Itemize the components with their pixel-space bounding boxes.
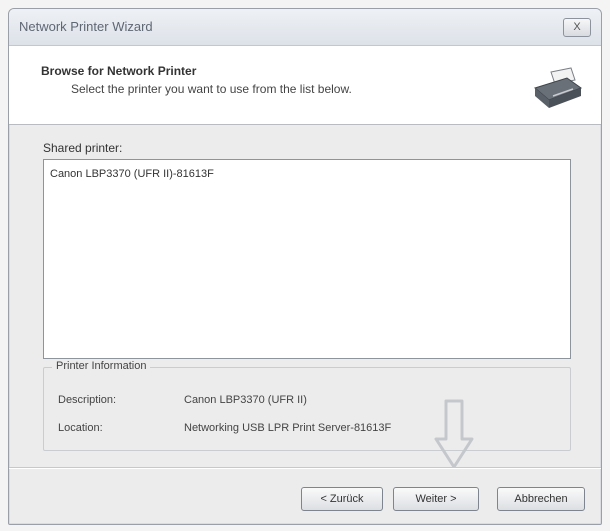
location-value: Networking USB LPR Print Server-81613F [184,422,392,434]
description-value: Canon LBP3370 (UFR II) [184,394,307,406]
next-button[interactable]: Weiter > [393,487,479,511]
wizard-window: Network Printer Wizard X Browse for Netw… [8,8,602,525]
button-separator [9,467,601,469]
title-bar: Network Printer Wizard X [9,9,601,46]
close-button[interactable]: X [563,18,591,37]
description-label: Description: [58,394,117,406]
page-subtitle: Select the printer you want to use from … [71,82,352,96]
back-button[interactable]: < Zurück [301,487,383,511]
shared-printer-label: Shared printer: [43,141,123,155]
list-item[interactable]: Canon LBP3370 (UFR II)-81613F [50,168,214,180]
page-title: Browse for Network Printer [41,64,197,78]
cancel-button[interactable]: Abbrechen [497,487,585,511]
down-arrow-icon [434,399,474,469]
printer-icon [533,67,583,108]
shared-printer-list[interactable]: Canon LBP3370 (UFR II)-81613F [43,159,571,359]
wizard-header: Browse for Network Printer Select the pr… [9,46,601,125]
location-label: Location: [58,422,103,434]
printer-information-title: Printer Information [52,360,151,372]
window-title: Network Printer Wizard [19,19,153,34]
printer-information-group: Printer Information Description: Canon L… [43,360,571,451]
